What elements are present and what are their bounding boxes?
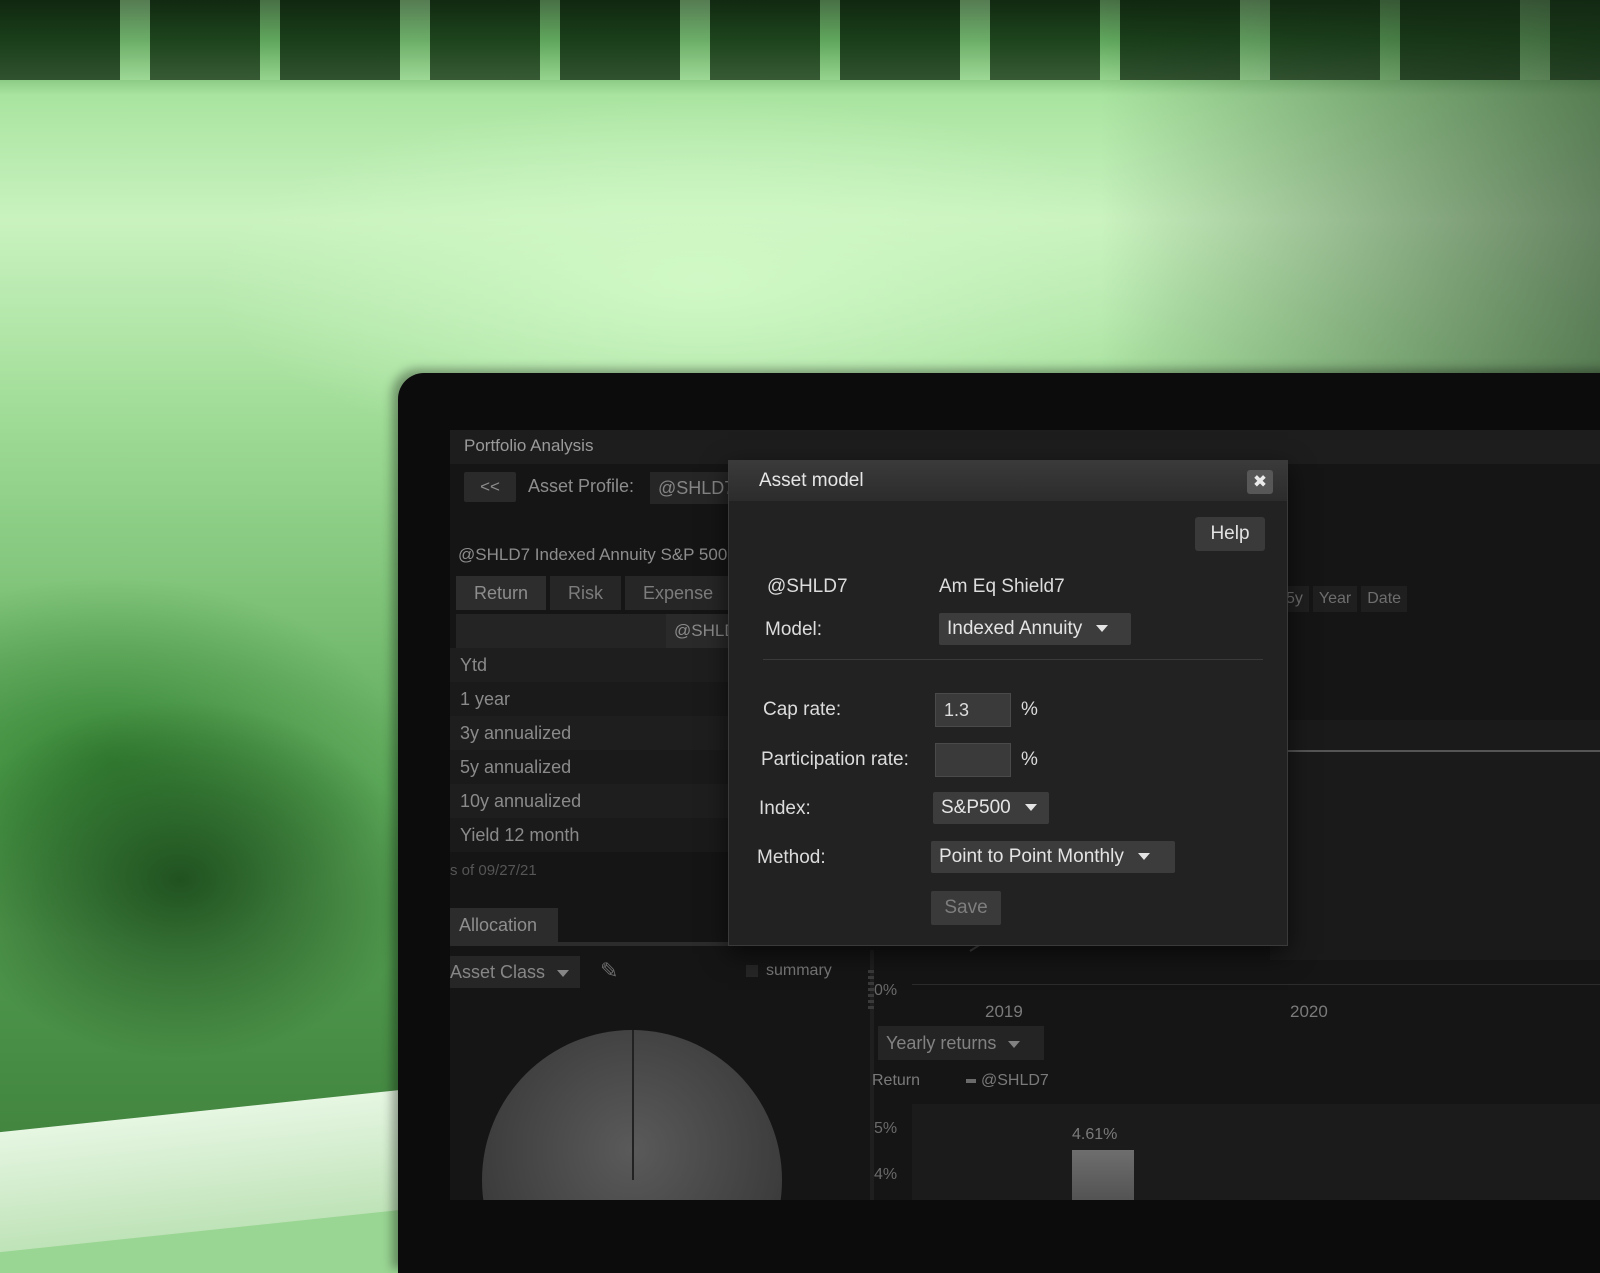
x-tick-label: 2019	[985, 1002, 1023, 1021]
background-shadow	[1100, 0, 1600, 420]
tab-expense[interactable]: Expense	[625, 576, 732, 610]
asset-model-dialog: Asset model ✖ Help @SHLD7 Am Eq Shield7 …	[728, 460, 1288, 946]
chevron-down-icon	[1096, 625, 1109, 633]
profile-section-title: @SHLD7 Indexed Annuity S&P 500	[458, 545, 728, 564]
table-row: 3y annualized	[450, 716, 750, 750]
growth-line	[1288, 750, 1600, 752]
dialog-title: Asset model	[759, 470, 864, 491]
as-of-date: As of 09/27/21	[450, 862, 537, 879]
back-button[interactable]: <<	[464, 472, 516, 502]
return-bar	[1072, 1150, 1134, 1200]
period-tabs: 5y Year Date	[1280, 586, 1408, 612]
y-tick-label: 4%	[874, 1166, 898, 1183]
save-button[interactable]: Save	[931, 891, 1001, 925]
tab-return[interactable]: Return	[456, 576, 547, 610]
bar-value-label: 4.61%	[1072, 1126, 1118, 1143]
summary-toggle[interactable]: summary	[746, 962, 832, 980]
legend-swatch	[966, 1078, 976, 1083]
model-value: Indexed Annuity	[947, 618, 1083, 639]
pie-slice-divider	[632, 1030, 634, 1180]
table-row: 1 year	[450, 682, 750, 716]
table-row: 5y annualized	[450, 750, 750, 784]
chevron-down-icon	[1008, 1040, 1021, 1048]
index-dropdown[interactable]: S&P500	[933, 792, 1049, 824]
period-tab-date[interactable]: Date	[1361, 586, 1408, 612]
background-plant	[0, 700, 420, 1060]
yearly-returns-chart	[912, 1104, 1600, 1200]
chart-baseline	[912, 984, 1600, 985]
returns-table-header: @SHLD7	[456, 614, 746, 648]
participation-rate-input[interactable]	[935, 743, 1011, 777]
app-title: Portfolio Analysis	[464, 436, 594, 455]
summary-label: summary	[766, 962, 832, 979]
cap-rate-input[interactable]	[935, 693, 1011, 727]
growth-chart-area	[1270, 720, 1600, 960]
x-tick-label: 2020	[1290, 1002, 1328, 1021]
model-dropdown[interactable]: Indexed Annuity	[939, 613, 1131, 645]
model-label: Model:	[765, 619, 823, 640]
return-axis-label: Return	[872, 1072, 921, 1089]
participation-rate-unit: %	[1021, 749, 1038, 770]
cap-rate-label: Cap rate:	[763, 699, 842, 720]
period-tab-year[interactable]: Year	[1312, 586, 1358, 612]
help-button[interactable]: Help	[1195, 517, 1265, 551]
asset-class-value: Asset Class	[450, 962, 546, 982]
cap-rate-unit: %	[1021, 699, 1038, 720]
chevron-down-icon	[1137, 853, 1150, 861]
table-row: 10y annualized	[450, 784, 750, 818]
table-row: Yield 12 month	[450, 818, 750, 852]
asset-profile-label: Asset Profile:	[528, 476, 635, 496]
asset-name: Am Eq Shield7	[939, 576, 1065, 597]
index-label: Index:	[759, 798, 811, 819]
table-row: Ytd	[450, 648, 750, 682]
index-value: S&P500	[941, 797, 1011, 818]
asset-class-dropdown[interactable]: Asset Class	[450, 956, 580, 988]
tab-risk[interactable]: Risk	[550, 576, 622, 610]
method-value: Point to Point Monthly	[939, 846, 1124, 867]
asset-symbol: @SHLD7	[767, 576, 848, 597]
dialog-divider	[763, 659, 1263, 660]
summary-checkbox[interactable]	[746, 964, 758, 977]
method-label: Method:	[757, 847, 826, 868]
returns-table: Ytd 1 year 3y annualized 5y annualized 1…	[450, 648, 750, 852]
chevron-down-icon	[557, 969, 570, 977]
method-dropdown[interactable]: Point to Point Monthly	[931, 841, 1175, 873]
close-icon[interactable]: ✖	[1247, 470, 1273, 494]
y-tick-label: 5%	[874, 1120, 898, 1137]
pencil-icon[interactable]: ✎	[600, 960, 622, 982]
chevron-down-icon	[1024, 804, 1037, 812]
y-tick-label: 0%	[874, 982, 898, 999]
chart-legend: @SHLD7	[966, 1072, 1049, 1090]
profile-tabs: Return Risk Expense	[456, 576, 732, 610]
yearly-returns-dropdown[interactable]: Yearly returns	[878, 1026, 1044, 1060]
legend-series-label: @SHLD7	[981, 1072, 1049, 1089]
app-titlebar	[450, 430, 1600, 464]
participation-rate-label: Participation rate:	[761, 749, 909, 770]
tab-allocation[interactable]: Allocation	[450, 908, 558, 942]
yearly-returns-value: Yearly returns	[886, 1033, 997, 1053]
